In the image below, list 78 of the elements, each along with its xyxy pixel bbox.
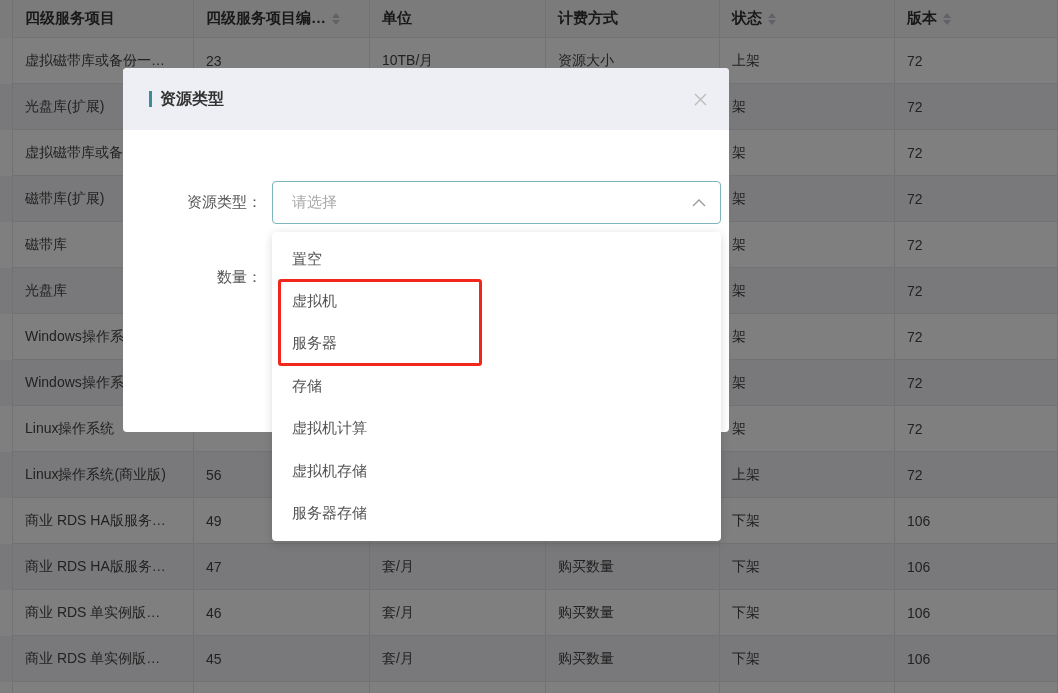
chevron-icon (692, 198, 706, 207)
table-cell: 架 (732, 97, 746, 116)
sort-icon[interactable] (943, 12, 951, 25)
table-cell: 47 (206, 558, 222, 575)
table-cell: 106 (907, 558, 931, 575)
table-cell: 72 (907, 466, 923, 483)
field-label: 资源类型： (187, 193, 263, 212)
dropdown-option[interactable]: 虚拟机计算 (272, 407, 721, 450)
dropdown-option[interactable]: 存储 (272, 365, 721, 408)
table-cell: 72 (907, 374, 923, 391)
column-header: 单位 (382, 9, 412, 28)
table-cell: Linux操作系统(商业版) (25, 465, 166, 484)
table-cell: 商业 RDS HA版服务… (25, 557, 166, 576)
table-cell: 架 (732, 143, 746, 162)
table-cell: 资源大小 (558, 51, 614, 70)
column-header[interactable]: 状态 (732, 9, 776, 28)
table-cell: 购买数量 (558, 557, 614, 576)
dropdown-option[interactable]: 置空 (272, 238, 721, 281)
table-cell: 72 (907, 98, 923, 115)
table-cell: 72 (907, 144, 923, 161)
table-cell: 架 (732, 235, 746, 254)
column-header: 计费方式 (558, 9, 618, 28)
table-cell: 上架 (732, 465, 760, 484)
column-header: 四级服务项目 (25, 9, 115, 28)
table-cell: 架 (732, 373, 746, 392)
table-cell: 磁带库(扩展) (25, 189, 105, 208)
dropdown-option[interactable]: 虚拟机 (272, 280, 721, 323)
table-cell: 72 (907, 236, 923, 253)
table-cell: 72 (907, 328, 923, 345)
table-cell: 49 (206, 512, 222, 529)
table-cell: 下架 (732, 603, 760, 622)
table-cell: 套/月 (382, 649, 414, 668)
table-cell: 购买数量 (558, 649, 614, 668)
sort-icon[interactable] (768, 12, 776, 25)
table-cell: 56 (206, 466, 222, 483)
title-accent-bar (149, 91, 152, 107)
column-header[interactable]: 版本 (907, 9, 951, 28)
table-cell: 商业 RDS 单实例版… (25, 603, 161, 622)
column-header[interactable]: 四级服务项目编… (206, 9, 340, 28)
table-cell: 商业 RDS HA版服务… (25, 511, 166, 530)
table-cell: 下架 (732, 557, 760, 576)
table-cell: 商业 RDS 单实例版… (25, 649, 161, 668)
close-icon (694, 92, 707, 106)
table-cell: 下架 (732, 649, 760, 668)
table-cell: 架 (732, 419, 746, 438)
table-cell: Linux操作系统 (25, 419, 115, 438)
dropdown-option[interactable]: 服务器 (272, 322, 721, 366)
table-cell: 购买数量 (558, 603, 614, 622)
table-cell: 72 (907, 52, 923, 69)
dropdown-option[interactable]: 服务器存储 (272, 492, 721, 535)
table-cell: 46 (206, 604, 222, 621)
table-cell: 光盘库(扩展) (25, 97, 105, 116)
table-cell: 72 (907, 190, 923, 207)
table-cell: 106 (907, 512, 931, 529)
dialog-title: 资源类型 (160, 88, 224, 109)
table-cell: 106 (907, 650, 931, 667)
table-cell: 10TB/月 (382, 51, 434, 70)
table-cell: 下架 (732, 511, 760, 530)
table-cell: 光盘库 (25, 281, 67, 300)
dropdown-option[interactable]: 虚拟机存储 (272, 449, 721, 493)
table-cell: 套/月 (382, 557, 414, 576)
sort-icon[interactable] (332, 12, 340, 25)
table-cell: 磁带库 (25, 235, 67, 254)
table-cell: 72 (907, 420, 923, 437)
table-cell: 虚拟磁带库或备 (25, 143, 123, 162)
table-cell: 72 (907, 282, 923, 299)
table-cell: 架 (732, 281, 746, 300)
table-cell: 虚拟磁带库或备份一… (25, 51, 165, 70)
table-cell: 套/月 (382, 603, 414, 622)
field-label: 数量： (217, 268, 263, 287)
table-cell: 架 (732, 327, 746, 346)
table-cell: 45 (206, 650, 222, 667)
table-cell: 106 (907, 604, 931, 621)
table-cell: 架 (732, 189, 746, 208)
table-cell: Windows操作系 (25, 327, 124, 346)
table-cell: Windows操作系 (25, 373, 124, 392)
table-cell: 23 (206, 52, 222, 69)
table-cell: 上架 (732, 51, 760, 70)
